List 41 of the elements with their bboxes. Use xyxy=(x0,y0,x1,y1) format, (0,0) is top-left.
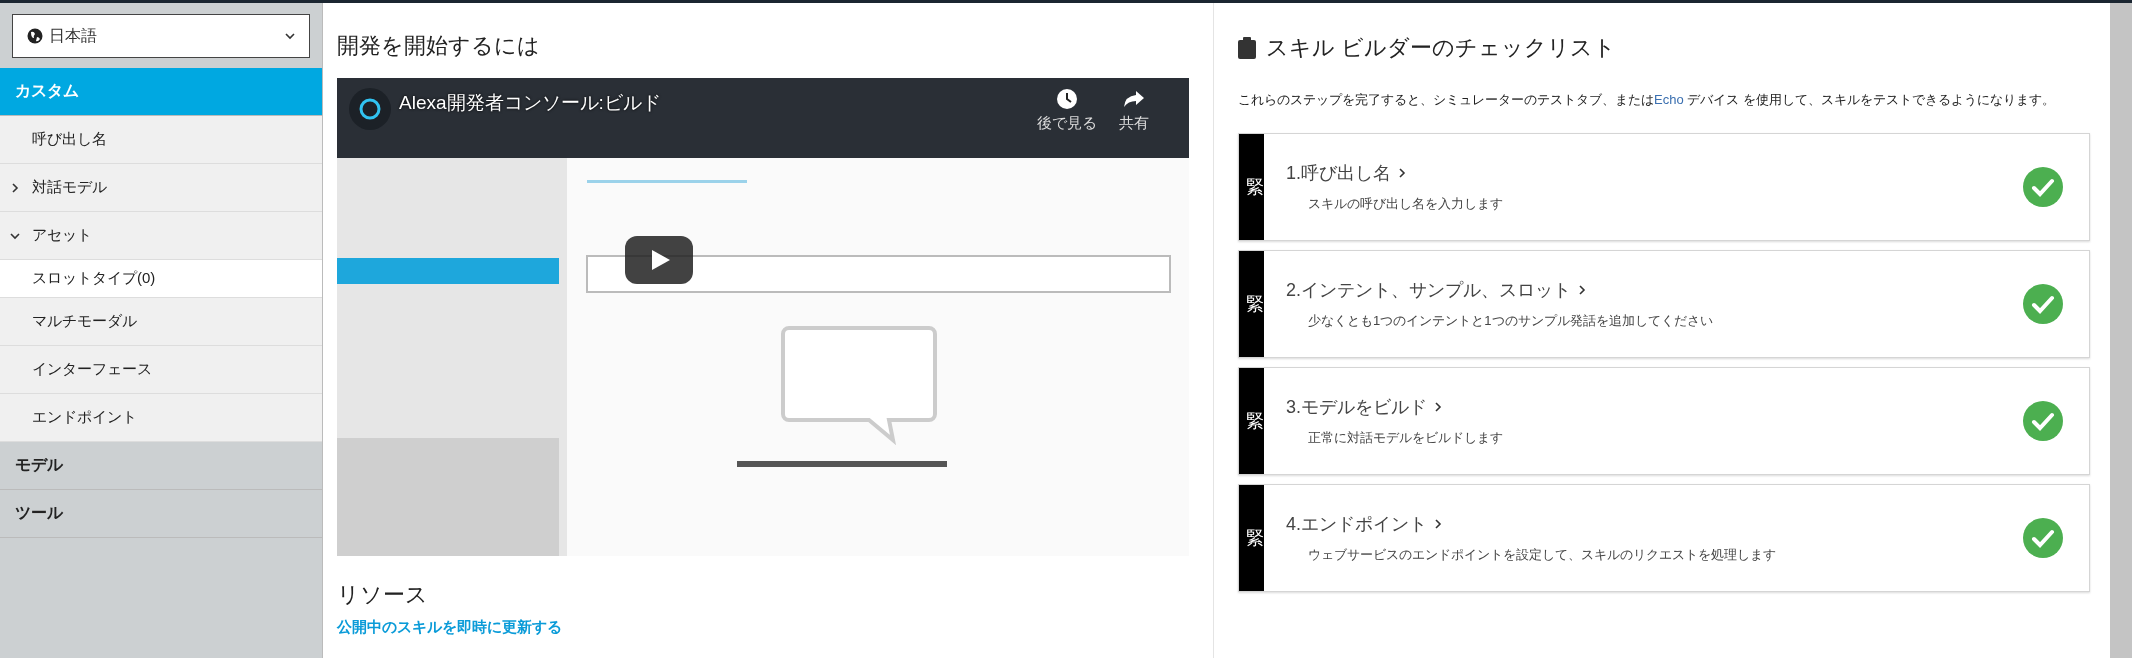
checklist-title: スキル ビルダーのチェックリスト xyxy=(1266,34,1617,62)
status-label: 緊 xyxy=(1246,293,1265,316)
scrollbar[interactable] xyxy=(2110,3,2132,658)
step-link[interactable]: 1.呼び出し名 xyxy=(1286,161,1408,185)
sidebar-item[interactable]: 呼び出し名 xyxy=(0,116,322,164)
clock-icon xyxy=(1056,88,1078,110)
sidebar-item[interactable]: マルチモーダル xyxy=(0,298,322,346)
section-heading: リソース xyxy=(337,581,429,609)
status-label: 緊 xyxy=(1246,527,1265,550)
step-description: 少なくとも1つのインテントと1つのサンプル発話を追加してください xyxy=(1307,312,1714,330)
status-label: 緊 xyxy=(1246,176,1265,199)
sidebar-item[interactable]: アセット xyxy=(0,212,322,260)
step-description: 正常に対話モデルをビルドします xyxy=(1307,429,1505,447)
step-link[interactable]: 2.インテント、サンプル、スロット xyxy=(1286,278,1588,302)
step-link[interactable]: 4.エンドポイント xyxy=(1286,512,1444,536)
step-description: ウェブサービスのエンドポイントを設定して、スキルのリクエストを処理します xyxy=(1307,546,1778,564)
echo-link[interactable]: Echo xyxy=(1654,92,1684,107)
chevron-down-icon xyxy=(285,31,295,41)
language-select[interactable]: 日本語 xyxy=(12,14,310,58)
sidebar-item[interactable]: インターフェース xyxy=(0,346,322,394)
status-label: 緊 xyxy=(1246,410,1265,433)
channel-logo-icon[interactable] xyxy=(349,88,391,130)
step-description: スキルの呼び出し名を入力します xyxy=(1307,195,1505,213)
chevron-right-icon xyxy=(1397,168,1408,178)
section-heading: 開発を開始するには xyxy=(337,32,541,60)
video-title[interactable]: Alexa開発者コンソール:ビルド xyxy=(399,90,661,116)
chevron-right-icon xyxy=(10,182,20,193)
clipboard-icon xyxy=(1238,37,1257,59)
chevron-right-icon xyxy=(1577,285,1588,295)
share-button[interactable]: 共有 xyxy=(1119,88,1149,133)
play-button[interactable] xyxy=(625,236,693,284)
step-link[interactable]: 3.モデルをビルド xyxy=(1286,395,1444,419)
sidebar-item[interactable]: スロットタイプ(0) xyxy=(0,260,322,298)
sidebar-item[interactable]: エンドポイント xyxy=(0,394,322,442)
chevron-down-icon xyxy=(10,230,20,241)
globe-icon xyxy=(27,28,43,44)
chevron-right-icon xyxy=(1433,402,1444,412)
sidebar-item[interactable]: 対話モデル xyxy=(0,164,322,212)
watch-later-button[interactable]: 後で見る xyxy=(1037,88,1097,133)
checklist-description: これらのステップを完了すると、シミュレーターのテストタブ、またはEcho デバイス を使用して、スキルをテストできるようになります。 xyxy=(1238,91,2056,109)
chevron-right-icon xyxy=(1433,519,1444,529)
